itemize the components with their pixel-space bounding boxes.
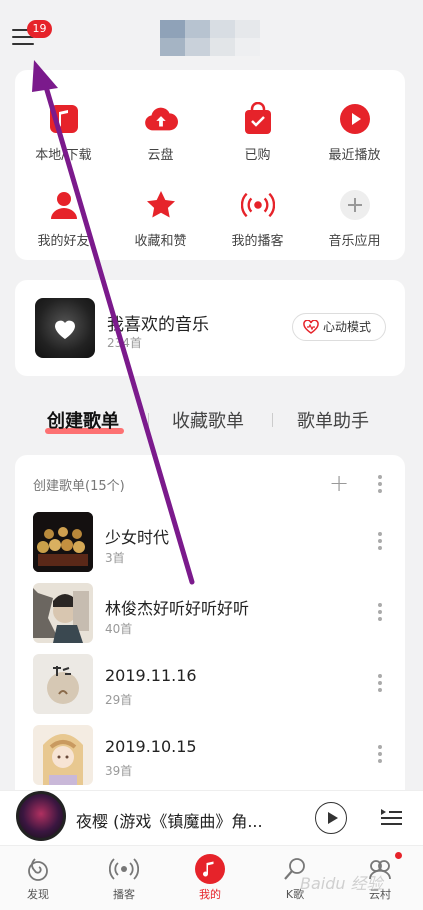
now-playing-cover: [16, 791, 66, 841]
grid-label: 音乐应用: [328, 234, 381, 249]
grid-label: 最近播放: [328, 148, 381, 163]
nav-podcast[interactable]: 播客: [94, 854, 154, 902]
playlist-row[interactable]: 少女时代 3首: [15, 512, 405, 582]
star-icon: [144, 188, 178, 222]
nav-label: 播客: [113, 888, 135, 901]
playlist-count: 40首: [105, 622, 133, 636]
grid-label: 我的播客: [231, 234, 284, 249]
tab-divider: [272, 413, 273, 427]
grid-label: 已购: [244, 148, 271, 163]
blurred-user-title: [160, 20, 260, 56]
play-circle-icon: [338, 102, 372, 136]
heartbeat-icon: [303, 320, 319, 334]
add-playlist-button[interactable]: +: [329, 469, 349, 497]
grid-label: 本地/下载: [35, 148, 92, 163]
playlist-more-button[interactable]: [378, 603, 382, 624]
grid-item-my-podcast[interactable]: 我的播客: [209, 166, 306, 256]
tab-playlist-assistant[interactable]: 歌单助手: [297, 407, 369, 433]
now-playing-title: 夜樱 (游戏《镇魔曲》角...: [76, 812, 263, 831]
playlist-name: 林俊杰好听好听好听: [105, 599, 250, 618]
heartbeat-mode-label: 心动模式: [323, 320, 372, 334]
grid-label: 云盘: [147, 148, 174, 163]
playlist-more-button[interactable]: [378, 674, 382, 695]
liked-music-cover: [35, 298, 95, 358]
music-note-icon: [47, 102, 81, 136]
grid-item-cloud[interactable]: 云盘: [112, 80, 209, 170]
playlist-count: 29首: [105, 693, 133, 707]
friends-icon: [47, 188, 81, 222]
grid-item-favorites[interactable]: 收藏和赞: [112, 166, 209, 256]
community-notification-dot: [395, 852, 402, 859]
top-bar: 19: [0, 0, 423, 64]
radio-signal-icon: [241, 188, 275, 222]
queue-icon: [381, 809, 402, 825]
playlist-cover: [33, 512, 93, 572]
playlist-row[interactable]: 林俊杰好听好听好听 40首: [15, 583, 405, 653]
nav-discover[interactable]: 发现: [8, 854, 68, 902]
tab-divider: [148, 413, 149, 427]
discover-icon: [23, 854, 53, 884]
heartbeat-mode-button[interactable]: 心动模式: [292, 313, 386, 341]
playlist-name: 少女时代: [105, 528, 170, 547]
podcast-icon: [109, 854, 139, 884]
grid-item-purchased[interactable]: 已购: [209, 80, 306, 170]
nav-label: 我的: [199, 888, 221, 901]
playlist-row[interactable]: 2019.10.15 39首: [15, 725, 405, 795]
playlist-name: 2019.10.15: [105, 737, 197, 756]
playlist-count: 3首: [105, 551, 125, 565]
playlist-queue-button[interactable]: [379, 805, 403, 829]
nav-mine[interactable]: 我的: [180, 854, 240, 902]
grid-item-recent-play[interactable]: 最近播放: [306, 80, 403, 170]
playlist-row[interactable]: 2019.11.16 29首: [15, 654, 405, 724]
play-button[interactable]: [315, 802, 347, 834]
grid-label: 收藏和赞: [134, 234, 187, 249]
heart-icon: [55, 320, 75, 339]
grid-item-music-apps[interactable]: 音乐应用: [306, 166, 403, 256]
playlist-cover: [33, 654, 93, 714]
liked-music-title: 我喜欢的音乐: [107, 315, 209, 335]
plus-icon: [338, 188, 372, 222]
playlist-tabs: 创建歌单 收藏歌单 歌单助手: [0, 395, 423, 445]
nav-label: 发现: [27, 888, 49, 901]
cloud-upload-icon: [144, 102, 178, 136]
grid-item-friends[interactable]: 我的好友: [15, 166, 112, 256]
playlist-more-button[interactable]: [378, 745, 382, 766]
tab-created-playlists[interactable]: 创建歌单: [47, 407, 119, 433]
notification-badge: 19: [27, 20, 52, 38]
playlist-name: 2019.11.16: [105, 666, 197, 685]
liked-music-count: 234首: [107, 336, 142, 350]
playlist-more-button[interactable]: [378, 532, 382, 553]
playlist-cover: [33, 583, 93, 643]
tab-collected-playlists[interactable]: 收藏歌单: [172, 407, 244, 433]
grid-label: 我的好友: [37, 234, 90, 249]
shopping-bag-icon: [241, 102, 275, 136]
watermark: Baidu 经验: [300, 874, 383, 893]
music-note-icon: [195, 854, 225, 884]
mini-player[interactable]: 夜樱 (游戏《镇魔曲》角...: [0, 790, 423, 845]
playlist-count: 39首: [105, 764, 133, 778]
shortcut-grid: 本地/下载 云盘 已购 最近播放 我的好友 收藏和赞 我的播客 音乐应用: [15, 70, 405, 260]
playlists-more-button[interactable]: [378, 475, 382, 496]
playlist-cover: [33, 725, 93, 785]
liked-music-card[interactable]: 我喜欢的音乐 234首 心动模式: [15, 280, 405, 376]
playlists-header: 创建歌单(15个): [33, 479, 125, 494]
grid-item-local-download[interactable]: 本地/下载: [15, 80, 112, 170]
